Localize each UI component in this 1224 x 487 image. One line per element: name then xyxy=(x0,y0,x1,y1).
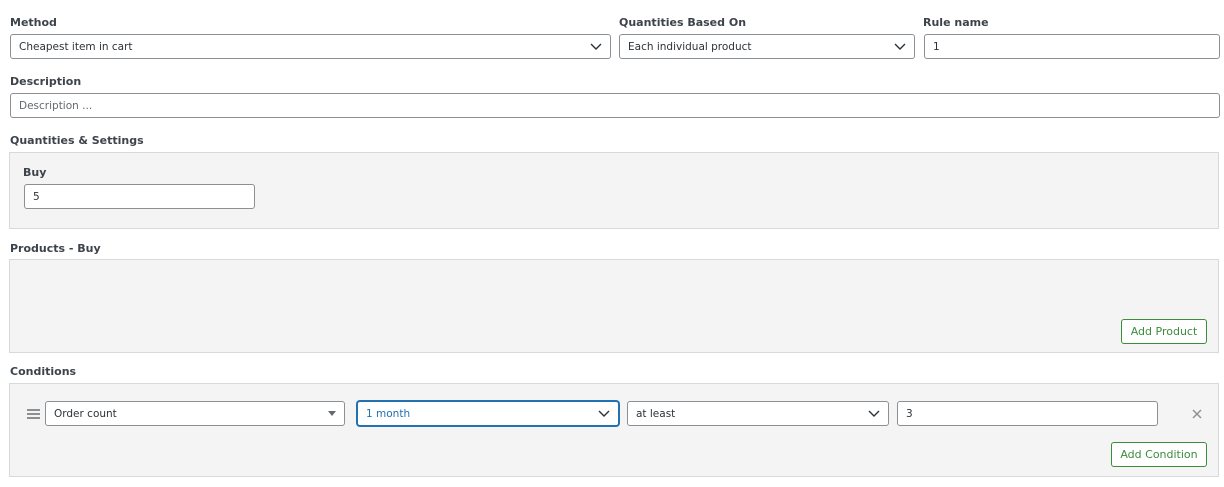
condition-type-select[interactable]: Order count xyxy=(45,401,345,426)
buy-quantity-input[interactable]: 5 xyxy=(24,184,255,209)
products-buy-label: Products - Buy xyxy=(10,242,101,255)
condition-period-select[interactable]: 1 month xyxy=(357,401,619,426)
quantities-settings-label: Quantities & Settings xyxy=(10,134,144,147)
condition-type-value: Order count xyxy=(54,407,117,420)
chevron-down-icon xyxy=(868,410,880,417)
close-icon[interactable] xyxy=(1192,409,1202,419)
conditions-label: Conditions xyxy=(10,365,77,378)
add-product-button[interactable]: Add Product xyxy=(1121,319,1207,344)
conditions-panel: Order count 1 month at least 3 Add Condi… xyxy=(9,383,1219,477)
method-select[interactable]: Cheapest item in cart xyxy=(10,34,611,59)
condition-amount-value: 3 xyxy=(906,407,913,420)
rule-name-value: 1 xyxy=(933,40,940,53)
buy-quantity-value: 5 xyxy=(33,190,40,203)
rule-name-label: Rule name xyxy=(923,16,989,29)
description-placeholder: Description ... xyxy=(19,99,93,112)
products-buy-panel: Add Product xyxy=(9,259,1219,353)
description-input[interactable]: Description ... xyxy=(10,93,1220,118)
condition-operator-value: at least xyxy=(636,407,676,420)
chevron-down-icon xyxy=(894,43,906,50)
add-condition-button[interactable]: Add Condition xyxy=(1111,442,1207,467)
condition-operator-select[interactable]: at least xyxy=(627,401,889,426)
buy-label: Buy xyxy=(23,166,47,179)
drag-handle-icon[interactable] xyxy=(27,409,40,419)
quantities-based-on-select[interactable]: Each individual product xyxy=(619,34,915,59)
rule-name-input[interactable]: 1 xyxy=(924,34,1220,59)
quantities-settings-panel: Buy 5 xyxy=(9,152,1219,229)
chevron-down-icon xyxy=(598,410,610,417)
condition-amount-input[interactable]: 3 xyxy=(897,401,1158,426)
chevron-down-icon xyxy=(590,43,602,50)
quantities-based-on-value: Each individual product xyxy=(628,40,752,53)
condition-period-value: 1 month xyxy=(366,407,411,420)
caret-down-icon xyxy=(328,411,336,416)
description-label: Description xyxy=(10,75,82,88)
method-label: Method xyxy=(10,16,57,29)
quantities-based-on-label: Quantities Based On xyxy=(619,16,747,29)
method-select-value: Cheapest item in cart xyxy=(19,40,133,53)
